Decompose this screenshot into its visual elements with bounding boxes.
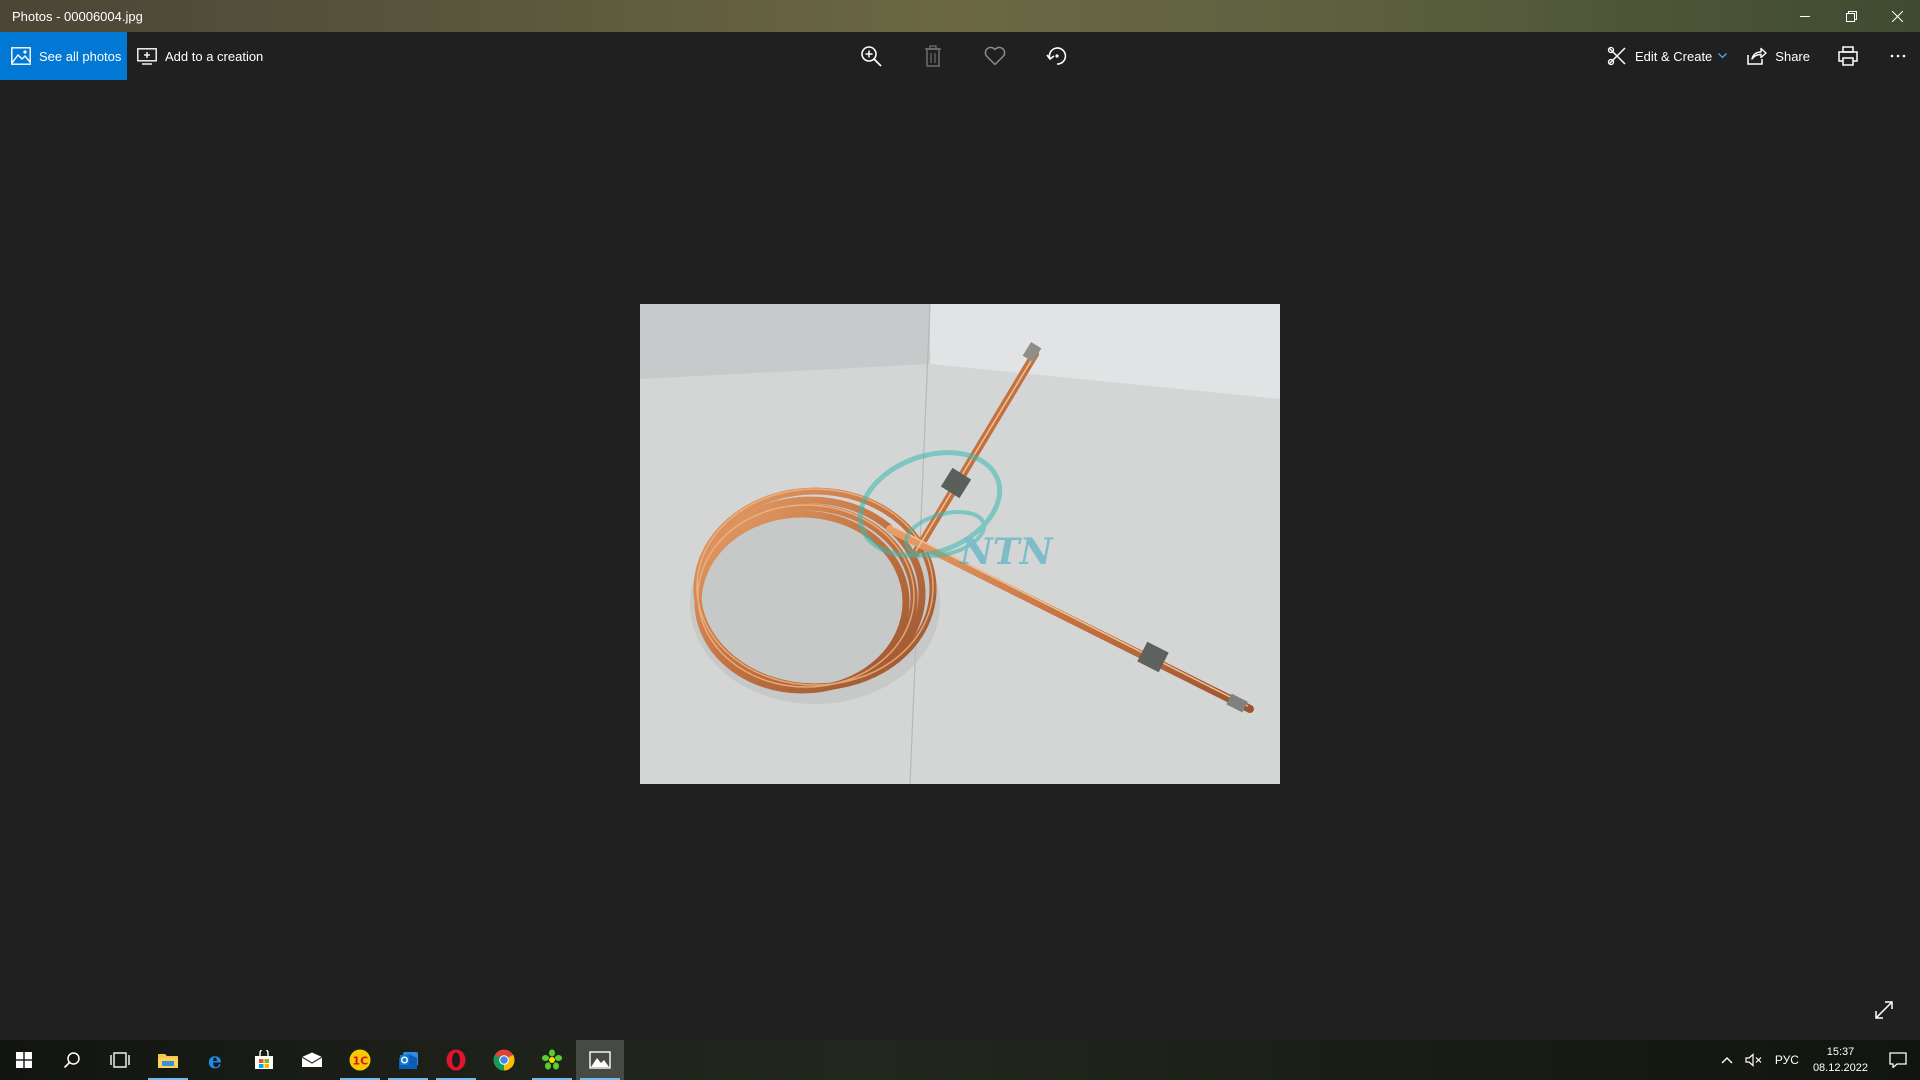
start-button[interactable]: [0, 1040, 48, 1080]
chevron-up-icon: [1721, 1057, 1733, 1064]
action-center-button[interactable]: [1876, 1040, 1920, 1080]
taskbar-chrome[interactable]: [480, 1040, 528, 1080]
add-to-creation-label: Add to a creation: [165, 48, 264, 64]
edit-create-icon: [1607, 46, 1626, 66]
taskbar-mail[interactable]: [288, 1040, 336, 1080]
restore-icon: [1845, 10, 1857, 22]
notification-icon: [1889, 1052, 1907, 1068]
fullscreen-button[interactable]: [1868, 994, 1900, 1026]
chevron-down-icon: [1718, 53, 1728, 59]
taskbar-icq[interactable]: [528, 1040, 576, 1080]
favorite-button[interactable]: [964, 32, 1026, 80]
taskbar-outlook[interactable]: [384, 1040, 432, 1080]
app-toolbar: See all photos Add to a creation Edit & …: [0, 32, 1920, 80]
expand-icon: [1875, 1001, 1893, 1019]
svg-text:1C: 1C: [353, 1055, 369, 1068]
share-button[interactable]: Share: [1737, 32, 1820, 80]
svg-text:e: e: [208, 1050, 222, 1070]
rotate-button[interactable]: [1026, 32, 1088, 80]
folder-icon: [158, 1054, 178, 1068]
close-button[interactable]: [1874, 0, 1920, 32]
more-icon: [1890, 54, 1906, 58]
task-view-button[interactable]: [96, 1040, 144, 1080]
photo-viewer-image[interactable]: NTN: [640, 304, 1280, 784]
windows-logo-icon: [16, 1052, 32, 1068]
1c-icon: 1C: [349, 1049, 371, 1071]
edge-icon: e: [208, 1050, 222, 1070]
edit-create-button[interactable]: Edit & Create: [1597, 32, 1737, 80]
window-controls: [1782, 0, 1920, 32]
taskbar-photos[interactable]: [576, 1040, 624, 1080]
taskbar-search-button[interactable]: [48, 1040, 96, 1080]
task-view-icon: [110, 1052, 130, 1068]
see-all-photos-button[interactable]: See all photos: [0, 32, 127, 80]
share-label: Share: [1775, 48, 1810, 64]
outlook-icon: [399, 1052, 418, 1069]
print-icon: [1838, 46, 1858, 66]
title-bar: Photos - 00006004.jpg: [0, 0, 1920, 32]
tray-overflow-button[interactable]: [1715, 1040, 1739, 1080]
zoom-in-icon: [861, 46, 882, 67]
right-tools: Edit & Create Share: [1597, 32, 1920, 80]
share-icon: [1747, 47, 1767, 65]
delete-icon: [925, 45, 941, 67]
icq-icon: [541, 1049, 563, 1070]
print-button[interactable]: [1820, 32, 1876, 80]
taskbar-1c[interactable]: 1C: [336, 1040, 384, 1080]
add-to-creation-icon: [137, 48, 157, 65]
watermark-text: NTN: [959, 531, 1055, 573]
center-tools: [840, 32, 1088, 80]
edit-create-label: Edit & Create: [1634, 48, 1713, 64]
add-to-creation-button[interactable]: Add to a creation: [137, 32, 263, 80]
taskbar-edge[interactable]: e: [192, 1040, 240, 1080]
zoom-in-button[interactable]: [840, 32, 902, 80]
opera-icon: [446, 1049, 466, 1071]
copper-coil-photo: NTN: [640, 304, 1280, 784]
taskbar-file-explorer[interactable]: [144, 1040, 192, 1080]
volume-muted-icon: [1745, 1053, 1762, 1067]
taskbar: e 1C РУС 15:37 08.12.2022: [0, 1040, 1920, 1080]
clock[interactable]: 15:37 08.12.2022: [1805, 1044, 1876, 1076]
restore-button[interactable]: [1828, 0, 1874, 32]
photos-icon: [589, 1051, 611, 1069]
minimize-icon: [1800, 16, 1810, 17]
system-tray: РУС 15:37 08.12.2022: [1715, 1040, 1920, 1080]
favorite-icon: [984, 46, 1006, 66]
language-indicator[interactable]: РУС: [1769, 1040, 1805, 1080]
more-options-button[interactable]: [1876, 32, 1920, 80]
volume-button[interactable]: [1739, 1040, 1769, 1080]
taskbar-store[interactable]: [240, 1040, 288, 1080]
minimize-button[interactable]: [1782, 0, 1828, 32]
search-icon: [63, 1052, 80, 1069]
store-icon: [255, 1050, 273, 1069]
taskbar-opera[interactable]: [432, 1040, 480, 1080]
chrome-icon: [493, 1049, 515, 1071]
delete-button[interactable]: [902, 32, 964, 80]
close-icon: [1891, 10, 1903, 22]
see-all-photos-label: See all photos: [39, 48, 122, 64]
clock-time: 15:37: [1826, 1046, 1855, 1058]
window-title: Photos - 00006004.jpg: [12, 8, 143, 24]
photos-collection-icon: [11, 47, 31, 65]
mail-icon: [301, 1052, 323, 1067]
rotate-icon: [1046, 47, 1067, 65]
clock-date: 08.12.2022: [1812, 1062, 1868, 1074]
